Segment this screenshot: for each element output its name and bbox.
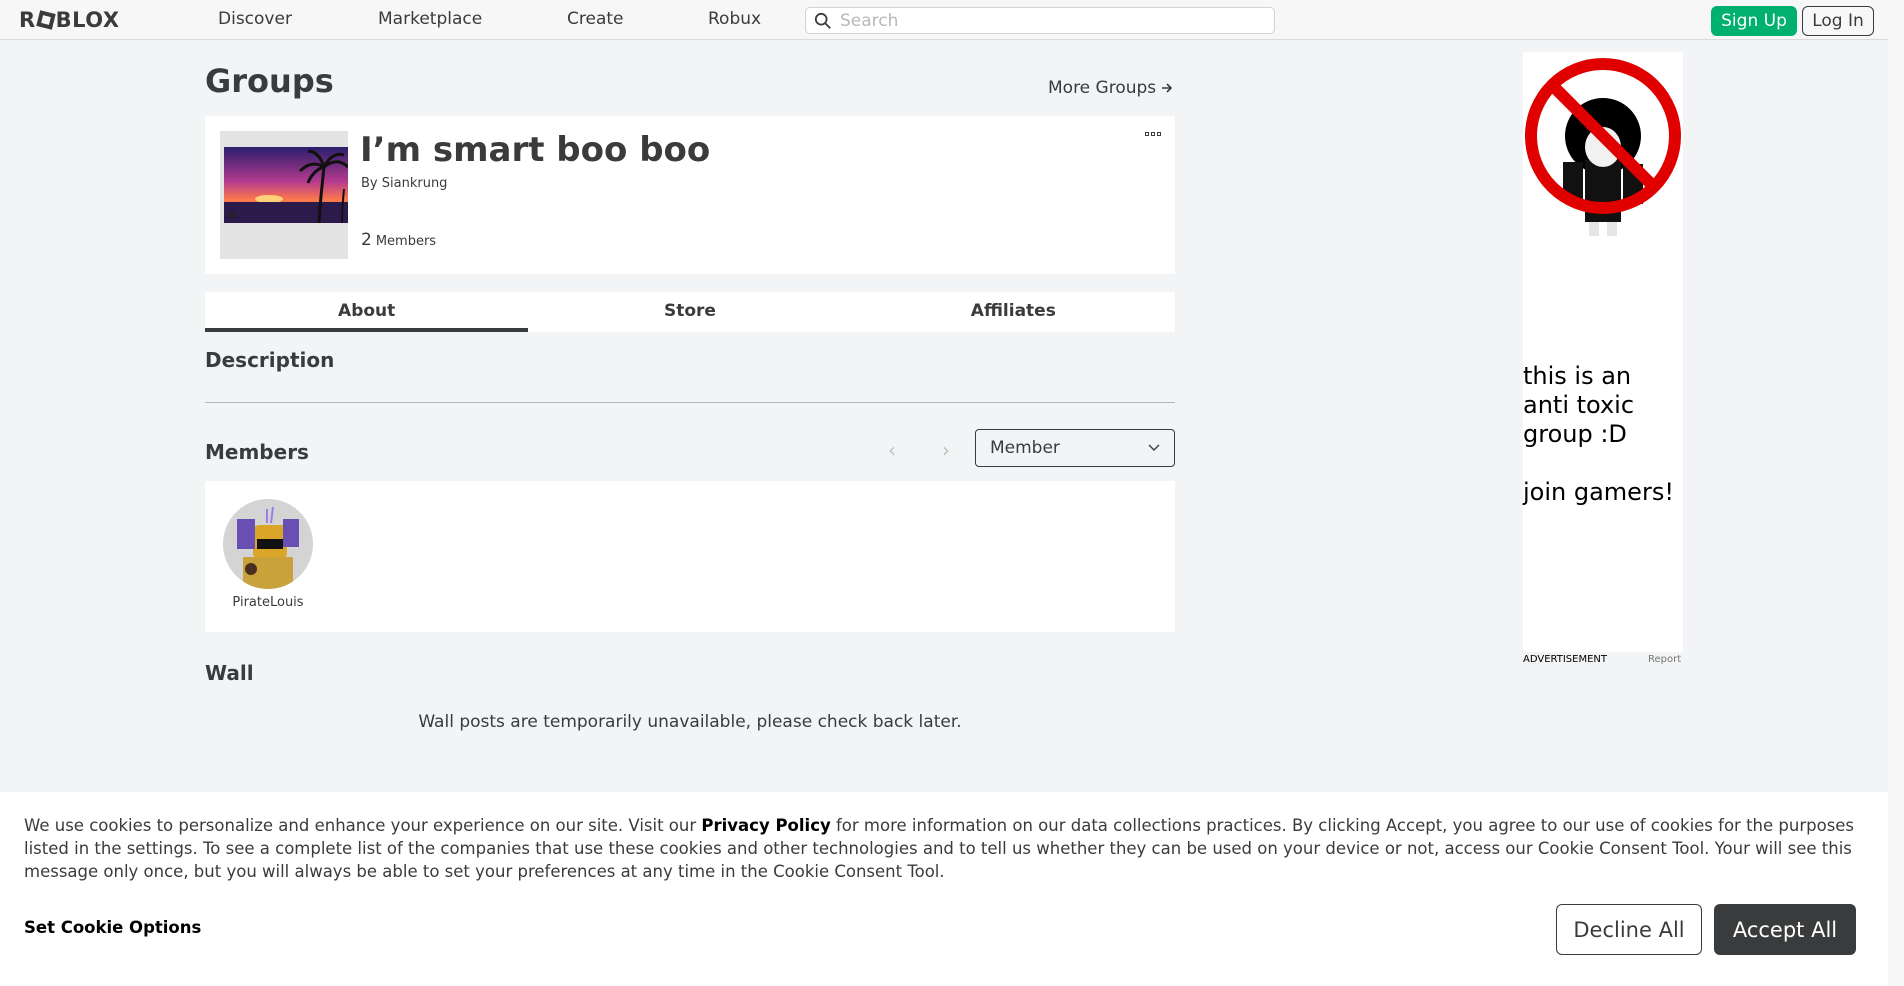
tab-affiliates[interactable]: Affiliates [852, 292, 1175, 332]
top-nav-bar: R BLOX Discover Marketplace Create Robux … [0, 0, 1904, 40]
member-count: 2 Members [361, 230, 436, 250]
page-title: Groups [205, 62, 334, 100]
members-heading: Members [205, 440, 309, 464]
group-owner-link[interactable]: Siankrung [382, 176, 448, 191]
nav-discover-link[interactable]: Discover [218, 9, 292, 29]
login-button[interactable]: Log In [1802, 6, 1874, 36]
group-owner-line: By Siankrung [361, 176, 447, 191]
signup-button[interactable]: Sign Up [1711, 6, 1797, 36]
accept-all-button[interactable]: Accept All [1714, 904, 1856, 955]
by-label: By [361, 176, 378, 191]
arrow-right-icon [1162, 83, 1173, 93]
member-card[interactable]: PirateLouis [223, 499, 313, 610]
group-name: I’m smart boo boo [360, 130, 711, 170]
nav-marketplace-link[interactable]: Marketplace [378, 9, 482, 29]
cookie-consent-text: We use cookies to personalize and enhanc… [24, 814, 1864, 883]
ad-text: this is an anti toxic group :D join game… [1523, 362, 1674, 506]
role-dropdown-value: Member [990, 438, 1060, 458]
member-name[interactable]: PirateLouis [223, 595, 313, 610]
search-box[interactable] [805, 7, 1275, 34]
search-icon [814, 12, 831, 29]
group-tabs: About Store Affiliates [205, 292, 1175, 332]
nav-robux-link[interactable]: Robux [708, 9, 761, 29]
logo-text-end: BLOX [55, 8, 120, 32]
set-cookie-options-link[interactable]: Set Cookie Options [24, 918, 201, 937]
no-toxic-avatar-image [1523, 52, 1683, 242]
advertisement-banner[interactable]: this is an anti toxic group :D join game… [1523, 52, 1683, 652]
chevron-left-icon[interactable]: ‹ [888, 438, 896, 462]
role-dropdown[interactable]: Member [975, 429, 1175, 467]
members-list: PirateLouis [205, 481, 1175, 632]
chevron-down-icon [1148, 444, 1160, 451]
more-groups-label: More Groups [1048, 78, 1157, 98]
cookie-text-start: We use cookies to personalize and enhanc… [24, 816, 702, 835]
decline-all-button[interactable]: Decline All [1556, 904, 1702, 955]
ad-report-link[interactable]: Report [1648, 654, 1681, 665]
member-count-label: Members [375, 234, 437, 249]
group-header-card: I’m smart boo boo By Siankrung 2 Members [205, 116, 1175, 274]
member-count-value: 2 [361, 230, 372, 250]
description-heading: Description [205, 348, 335, 372]
sunset-palm-image [224, 147, 348, 223]
more-groups-link[interactable]: More Groups [1048, 78, 1174, 98]
page-scrollbar[interactable] [1888, 0, 1904, 986]
tab-store[interactable]: Store [528, 292, 851, 332]
more-dots-icon[interactable] [1145, 132, 1165, 142]
roblox-logo[interactable]: R BLOX [19, 8, 120, 32]
privacy-policy-link[interactable]: Privacy Policy [701, 816, 830, 835]
cookie-consent-banner: We use cookies to personalize and enhanc… [0, 792, 1888, 986]
nav-create-link[interactable]: Create [567, 9, 624, 29]
chevron-right-icon[interactable]: › [942, 438, 950, 462]
wall-unavailable-message: Wall posts are temporarily unavailable, … [418, 712, 962, 732]
logo-o-icon [35, 10, 56, 30]
group-emblem-image [220, 131, 348, 259]
wall-heading: Wall [205, 661, 254, 685]
avatar[interactable] [223, 499, 313, 589]
ad-label: ADVERTISEMENT [1523, 654, 1608, 665]
search-input[interactable] [840, 10, 1260, 31]
logo-text-start: R [19, 8, 36, 32]
tab-about[interactable]: About [205, 292, 529, 332]
section-divider [205, 402, 1175, 403]
